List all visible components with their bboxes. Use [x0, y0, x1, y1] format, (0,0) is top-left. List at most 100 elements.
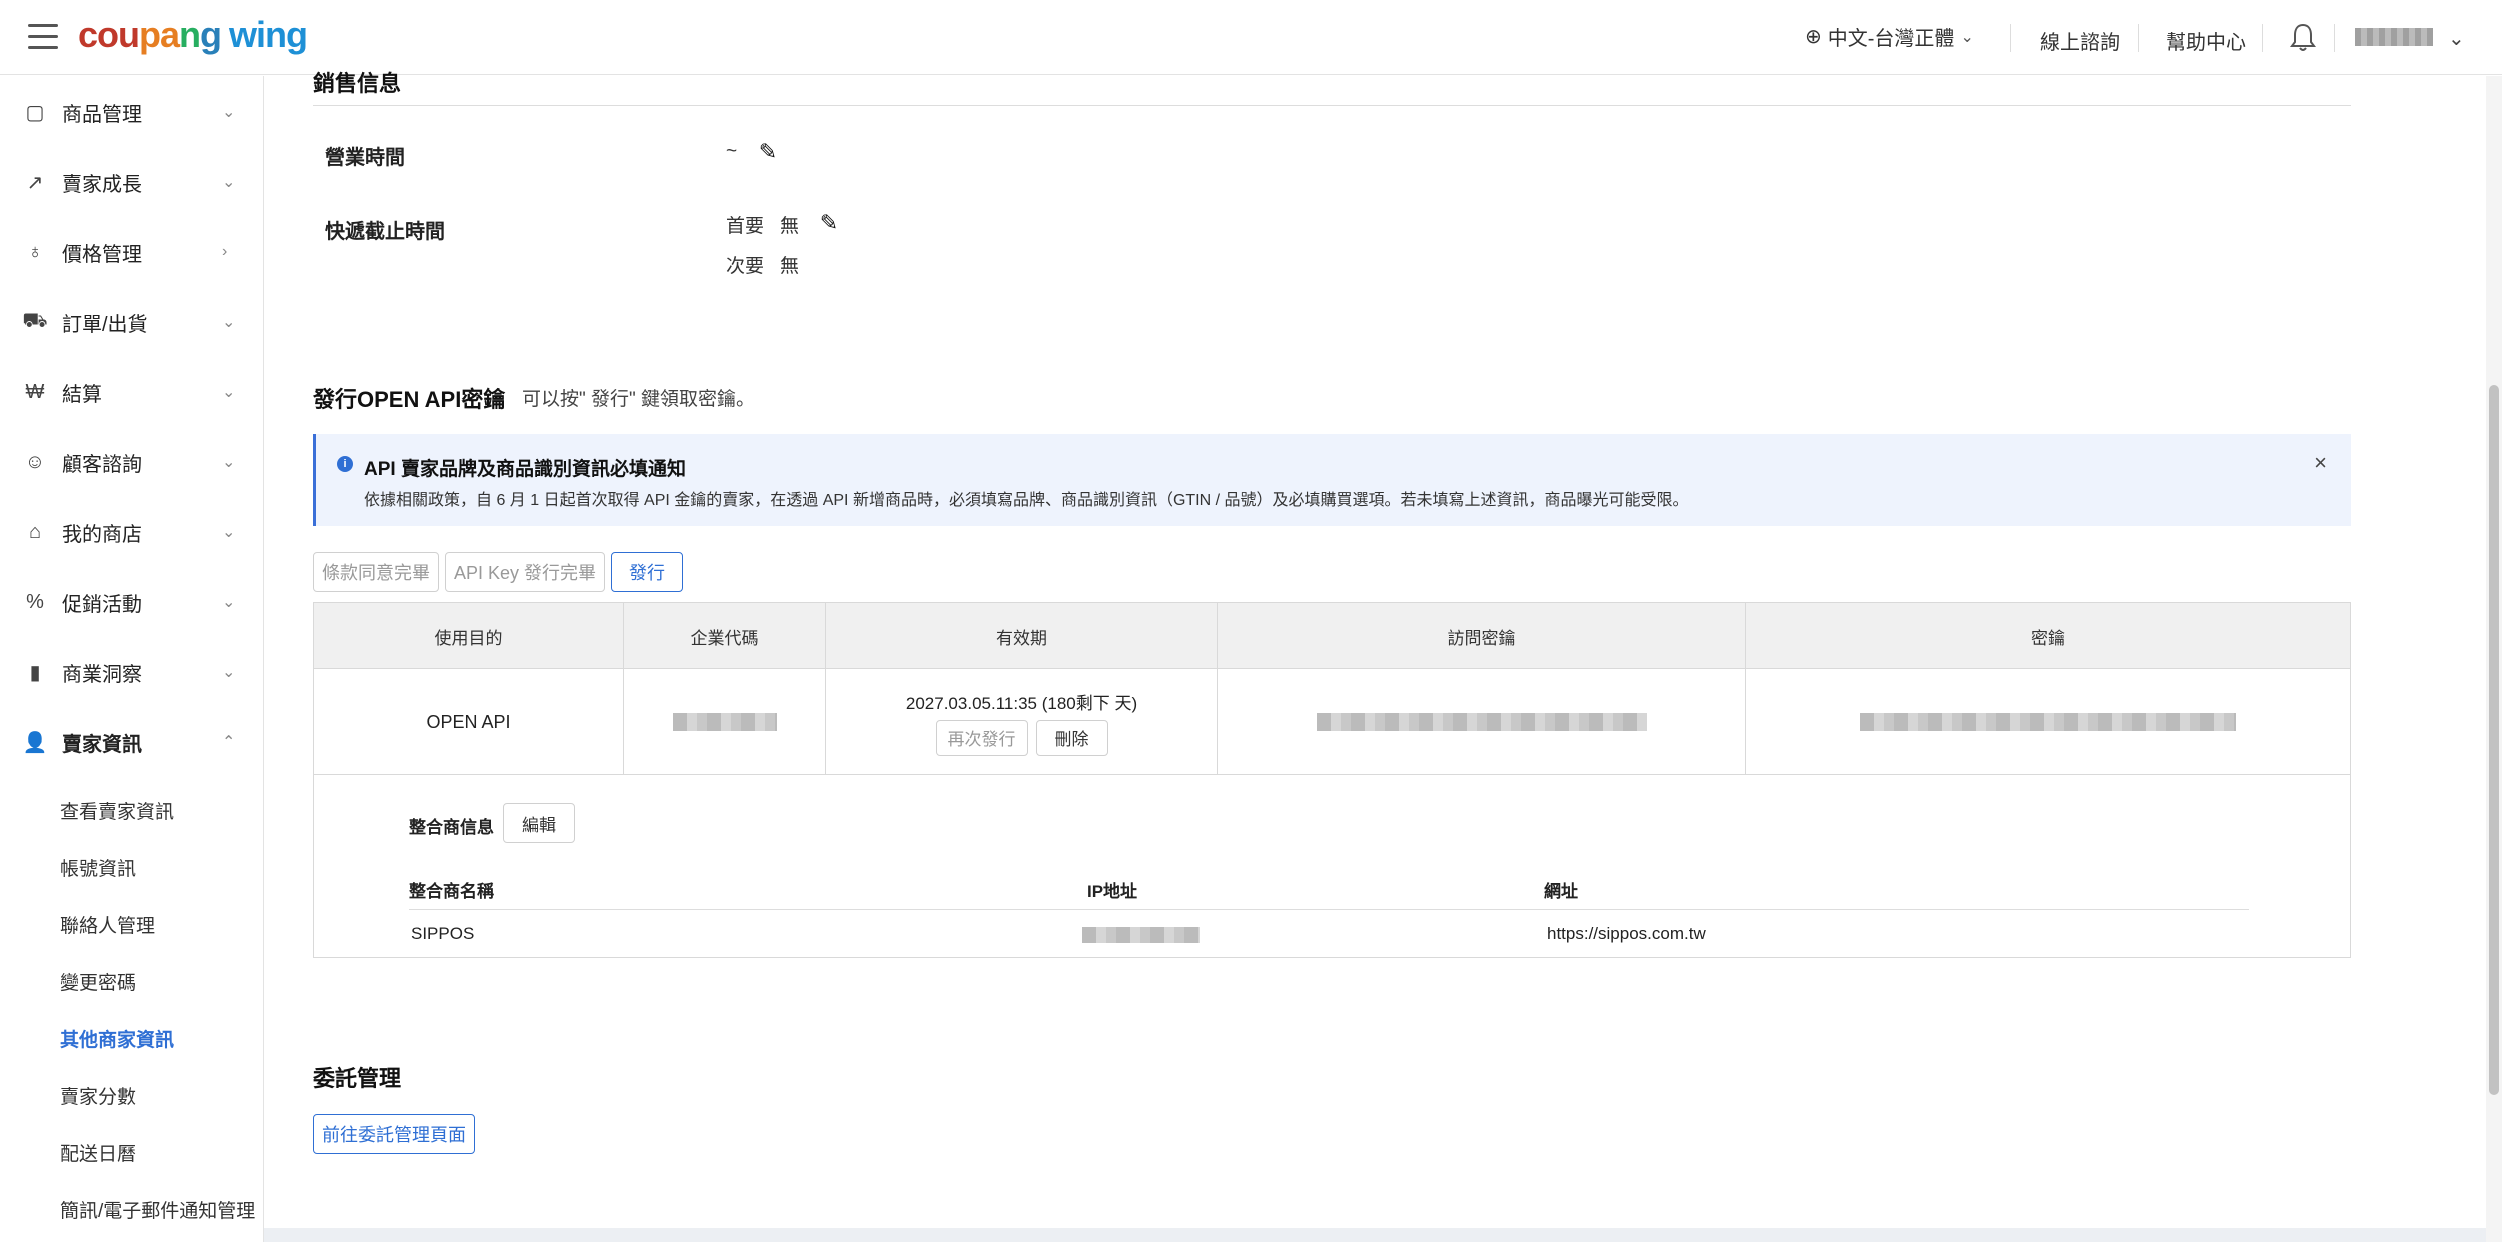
close-icon[interactable]: × — [2314, 450, 2327, 476]
api-notice-banner: i API 賣家品牌及商品識別資訊必填通知 依據相關政策，自 6 月 1 日起首… — [313, 434, 2351, 526]
secret-key-cell — [1746, 669, 2350, 775]
integrator-ip — [1082, 927, 1200, 948]
chevron-up-icon: ⌃ — [222, 734, 236, 751]
table-row: OPEN API 2027.03.05.11:35 (180剩下 天) 再次發行… — [314, 669, 2350, 775]
chevron-down-icon: ⌄ — [222, 454, 236, 471]
won-coin-icon: ₩ — [25, 380, 45, 403]
globe-icon: ⊕ — [1805, 26, 1822, 48]
avatar[interactable] — [2355, 28, 2433, 46]
language-selector[interactable]: ⊕ 中文-台灣正體 ⌄ — [1805, 22, 1974, 51]
chevron-down-icon: ⌄ — [222, 314, 236, 331]
chevron-down-icon: ⌄ — [222, 104, 236, 121]
col-access-key: 訪問密鑰 — [1218, 603, 1746, 669]
edit-integrator-button[interactable]: 編輯 — [503, 803, 575, 843]
chevron-down-icon: ⌄ — [222, 384, 236, 401]
scrollbar-thumb[interactable] — [2489, 385, 2499, 1095]
chevron-down-icon: ⌄ — [222, 524, 236, 541]
integrator-name: SIPPOS — [411, 924, 475, 943]
api-key-title: 發行OPEN API密鑰 — [313, 387, 506, 412]
integ-col-url: 網址 — [1544, 882, 1578, 901]
sidebar-item-settlement[interactable]: ₩ 結算 ⌄ — [0, 367, 264, 417]
sidebar-item-my-store[interactable]: ⌂ 我的商店 ⌄ — [0, 507, 264, 557]
coupon-icon: % — [26, 590, 44, 613]
footer-strip — [264, 1228, 2486, 1242]
bar-chart-icon: ▮ — [29, 661, 41, 684]
info-icon: i — [337, 456, 353, 472]
second-cutoff-label: 次要 — [726, 256, 765, 277]
integ-col-name: 整合商名稱 — [409, 882, 494, 901]
trending-up-icon: ↗ — [26, 171, 44, 194]
store-icon: ⌂ — [28, 520, 42, 543]
api-key-hint: 可以按" 發行" 鍵領取密鑰。 — [522, 389, 756, 410]
bell-icon[interactable] — [2290, 22, 2316, 52]
issue-button[interactable]: 發行 — [611, 552, 683, 592]
purpose-cell: OPEN API — [314, 669, 624, 775]
edit-pencil-icon[interactable]: ✎ — [753, 137, 783, 167]
sales-info-title: 銷售信息 — [313, 71, 402, 96]
api-key-table: 使用目的 企業代碼 有效期 訪問密鑰 密鑰 OPEN API 2027.03.0… — [313, 602, 2351, 958]
divider — [2010, 24, 2011, 52]
sidebar-item-pricing[interactable]: ♁ 價格管理 › — [0, 227, 264, 277]
first-cutoff-label: 首要 — [726, 216, 765, 237]
chevron-down-icon[interactable]: ⌄ — [2448, 26, 2465, 51]
table-header: 使用目的 企業代碼 有效期 訪問密鑰 密鑰 — [314, 603, 2350, 669]
truck-icon: ⛟ — [22, 309, 48, 332]
divider — [313, 105, 2351, 106]
edit-pencil-icon[interactable]: ✎ — [814, 208, 844, 238]
menu-icon[interactable] — [28, 24, 58, 50]
help-center-link[interactable]: 幫助中心 — [2166, 26, 2246, 55]
sidebar-subitem-other-merchant-info[interactable]: 其他商家資訊 — [60, 1025, 174, 1052]
delete-button[interactable]: 刪除 — [1035, 719, 1108, 756]
sidebar-subitem-seller-score[interactable]: 賣家分數 — [60, 1082, 136, 1109]
col-secret-key: 密鑰 — [2031, 628, 2065, 648]
chevron-down-icon: ⌄ — [1960, 28, 1974, 46]
sidebar-subitem-notifications[interactable]: 簡訊/電子郵件通知管理 — [60, 1196, 255, 1223]
sidebar-subitem-contacts[interactable]: 聯絡人管理 — [60, 911, 155, 938]
smile-icon: ☺ — [24, 450, 46, 473]
sidebar-item-seller-info[interactable]: 👤 賣家資訊 ⌃ — [0, 717, 264, 767]
chevron-down-icon: ⌄ — [222, 174, 236, 191]
col-purpose: 使用目的 — [314, 603, 624, 669]
integrator-url[interactable]: https://sippos.com.tw — [1547, 924, 1706, 944]
medal-icon: ♁ — [27, 240, 43, 263]
business-hours-value: ~ — [726, 141, 738, 162]
delegation-title: 委託管理 — [313, 1066, 402, 1091]
chevron-down-icon: ⌄ — [222, 594, 236, 611]
business-hours-label: 營業時間 — [325, 147, 405, 169]
integrator-section: 整合商信息 編輯 整合商名稱 IP地址 網址 SIPPOS https://si… — [314, 775, 2350, 957]
divider — [409, 909, 2249, 910]
sidebar-subitem-delivery-calendar[interactable]: 配送日曆 — [60, 1139, 136, 1166]
reissue-button: 再次發行 — [935, 719, 1028, 756]
cutoff-time-label: 快遞截止時間 — [325, 221, 445, 243]
access-key-cell — [1218, 669, 1746, 775]
chevron-down-icon: ⌄ — [222, 664, 236, 681]
sidebar-subitem-change-password[interactable]: 變更密碼 — [60, 968, 136, 995]
sidebar-subitem-account-info[interactable]: 帳號資訊 — [60, 854, 136, 881]
coupang-wing-logo[interactable]: coupang wing — [78, 14, 308, 56]
top-bar: coupang wing ⊕ 中文-台灣正體 ⌄ 線上諮詢 幫助中心 ⌄ — [0, 0, 2502, 75]
box-icon: ▢ — [25, 101, 45, 124]
go-delegation-button[interactable]: 前往委託管理頁面 — [313, 1114, 475, 1154]
sidebar-item-products[interactable]: ▢ 商品管理 ⌄ — [0, 87, 264, 137]
second-cutoff-value: 無 — [780, 256, 800, 277]
integrator-label: 整合商信息 — [409, 818, 494, 837]
sidebar-item-customer-inquiry[interactable]: ☺ 顧客諮詢 ⌄ — [0, 437, 264, 487]
notice-body: 依據相關政策，自 6 月 1 日起首次取得 API 金鑰的賣家，在透過 API … — [364, 492, 1689, 509]
notice-title: API 賣家品牌及商品識別資訊必填通知 — [364, 459, 686, 480]
col-validity: 有效期 — [826, 603, 1218, 669]
first-cutoff-value: 無 — [780, 216, 800, 237]
sidebar-item-insights[interactable]: ▮ 商業洞察 ⌄ — [0, 647, 264, 697]
chevron-right-icon: › — [222, 243, 228, 260]
api-key-issued-step: API Key 發行完畢 — [445, 552, 605, 592]
divider — [2138, 24, 2139, 52]
integ-col-ip: IP地址 — [1087, 882, 1138, 901]
terms-agreed-step: 條款同意完畢 — [313, 552, 439, 592]
sidebar: ▢ 商品管理 ⌄ ↗ 賣家成長 ⌄ ♁ 價格管理 › ⛟ 訂單/出貨 ⌄ ₩ 結… — [0, 76, 264, 1242]
sidebar-item-orders[interactable]: ⛟ 訂單/出貨 ⌄ — [0, 297, 264, 347]
divider — [2262, 24, 2263, 52]
online-consult-link[interactable]: 線上諮詢 — [2040, 26, 2120, 55]
sidebar-item-growth[interactable]: ↗ 賣家成長 ⌄ — [0, 157, 264, 207]
validity-text: 2027.03.05.11:35 (180剩下 天) — [905, 693, 1138, 713]
sidebar-item-promotions[interactable]: % 促銷活動 ⌄ — [0, 577, 264, 627]
sidebar-subitem-view-seller-info[interactable]: 查看賣家資訊 — [60, 797, 174, 824]
